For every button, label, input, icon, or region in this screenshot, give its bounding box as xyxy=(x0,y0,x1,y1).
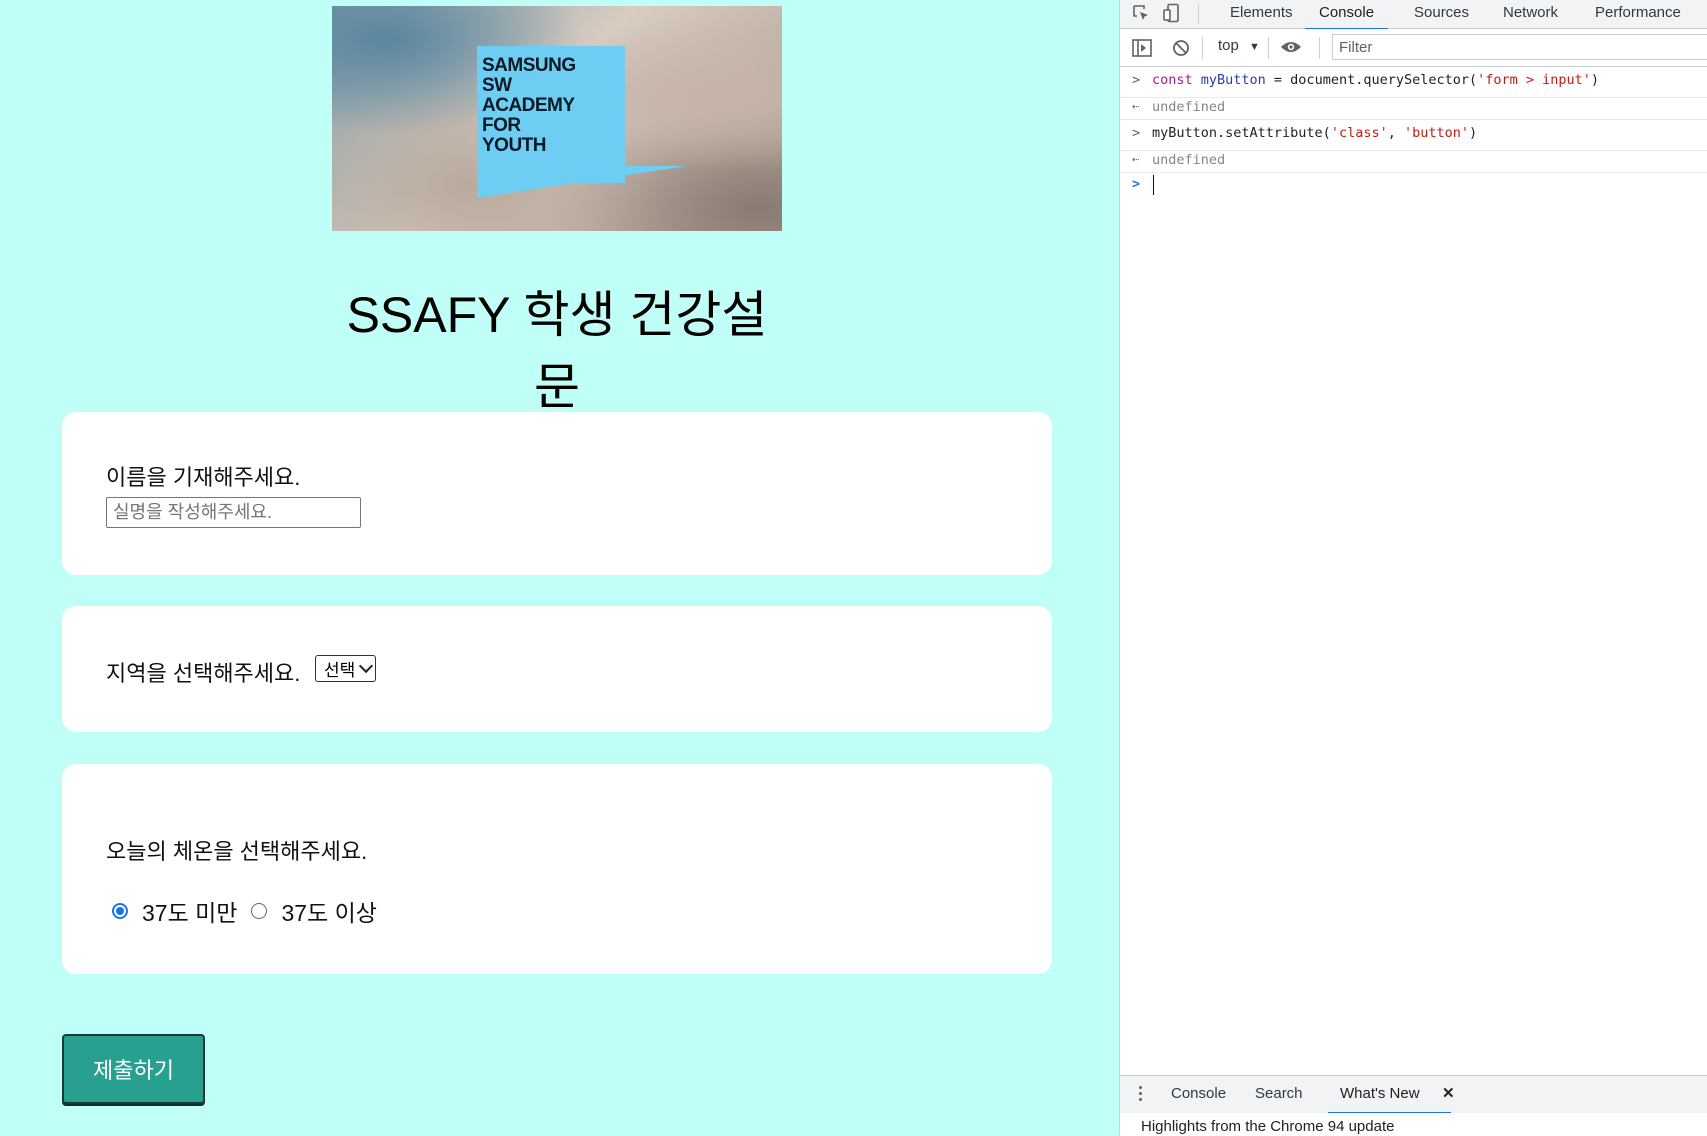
radio-above-37[interactable] xyxy=(251,903,268,919)
drawer-tab-search[interactable]: Search xyxy=(1255,1076,1303,1112)
ssafy-logo-text: SAMSUNG SW ACADEMY FOR YOUTH xyxy=(482,55,576,156)
region-select[interactable]: 선택 xyxy=(315,655,377,682)
temperature-question-card: 오늘의 체온을 선택해주세요. 37도 미만 37도 이상 xyxy=(62,764,1052,974)
temperature-question-label: 오늘의 체온을 선택해주세요. xyxy=(106,839,368,864)
tab-network[interactable]: Network xyxy=(1503,0,1558,28)
console-output-line: ⇠ undefined xyxy=(1120,99,1707,121)
region-select-value: 선택 xyxy=(324,661,356,680)
console-separator xyxy=(1120,150,1707,151)
devtools-drawer: Console Search What's New ✕ Highlights f… xyxy=(1120,1075,1707,1136)
radio-above-37-label: 37도 이상 xyxy=(281,900,377,926)
code-keyword: const xyxy=(1152,72,1193,88)
input-chevron-icon: > xyxy=(1132,125,1141,141)
toolbar-divider xyxy=(1202,37,1203,59)
toolbar-divider xyxy=(1319,37,1320,59)
code-string: 'button' xyxy=(1403,125,1470,141)
tab-console[interactable]: Console xyxy=(1305,0,1389,30)
console-output-text: undefined xyxy=(1152,99,1226,115)
close-icon[interactable]: ✕ xyxy=(1442,1076,1455,1112)
whats-new-highlight-text: Highlights from the Chrome 94 update xyxy=(1141,1118,1395,1135)
drawer-tab-whats-new-label: What's New xyxy=(1340,1085,1420,1102)
region-question-label: 지역을 선택해주세요. xyxy=(106,661,301,686)
console-separator xyxy=(1120,119,1707,120)
dropdown-triangle-icon: ▼ xyxy=(1249,41,1260,53)
name-question-label: 이름을 기재해주세요. xyxy=(106,465,301,490)
code-text: ) xyxy=(1469,125,1478,141)
radio-below-37-label: 37도 미만 xyxy=(142,900,238,926)
console-input-line: > const myButton = document.querySelecto… xyxy=(1120,72,1707,96)
region-question-card: 지역을 선택해주세요. 선택 xyxy=(62,606,1052,732)
live-expression-eye-icon[interactable] xyxy=(1280,40,1302,54)
drawer-tab-whats-new[interactable]: What's New ✕ xyxy=(1328,1076,1455,1114)
code-text: = document.querySelector( xyxy=(1265,72,1478,88)
name-question-card: 이름을 기재해주세요. xyxy=(62,412,1052,575)
console-filter-input[interactable] xyxy=(1332,34,1707,60)
chevron-down-icon xyxy=(359,658,374,674)
drawer-menu-icon[interactable] xyxy=(1139,1086,1142,1101)
console-output-line: ⇠ undefined xyxy=(1120,152,1707,174)
tab-elements[interactable]: Elements xyxy=(1230,0,1293,28)
name-input[interactable] xyxy=(106,497,361,528)
drawer-tab-console[interactable]: Console xyxy=(1171,1076,1226,1112)
drawer-content: Highlights from the Chrome 94 update xyxy=(1120,1113,1707,1136)
console-input-line: > myButton.setAttribute('class', 'button… xyxy=(1120,125,1707,149)
context-selector[interactable]: top ▼ xyxy=(1218,37,1260,54)
code-text: ) xyxy=(1590,72,1600,88)
context-selector-value: top xyxy=(1218,37,1239,54)
clear-console-icon[interactable] xyxy=(1172,39,1190,57)
code-text: myButton.setAttribute( xyxy=(1152,125,1331,141)
toolbar-divider xyxy=(1268,37,1269,59)
inspect-element-icon[interactable] xyxy=(1132,4,1150,22)
tab-performance[interactable]: Performance xyxy=(1595,0,1681,28)
tab-divider xyxy=(1198,4,1199,24)
console-toolbar: top ▼ xyxy=(1120,29,1707,67)
submit-button[interactable]: 제출하기 xyxy=(62,1034,205,1104)
input-chevron-icon: > xyxy=(1132,72,1141,88)
console-separator xyxy=(1120,172,1707,173)
device-toolbar-icon[interactable] xyxy=(1162,3,1182,23)
radio-below-37[interactable] xyxy=(112,903,128,919)
console-prompt[interactable]: > xyxy=(1120,176,1707,198)
code-string: 'form > input' xyxy=(1477,72,1591,88)
output-arrow-icon: ⇠ xyxy=(1132,99,1140,113)
prompt-chevron-icon: > xyxy=(1132,176,1141,192)
tab-sources[interactable]: Sources xyxy=(1414,0,1469,28)
temperature-radio-group: 37도 미만 37도 이상 xyxy=(112,894,377,928)
show-sidebar-icon[interactable] xyxy=(1132,39,1152,57)
console-output-text: undefined xyxy=(1152,152,1226,168)
ssafy-banner-image: SAMSUNG SW ACADEMY FOR YOUTH xyxy=(332,6,782,231)
text-caret xyxy=(1153,175,1154,195)
console-separator xyxy=(1120,97,1707,98)
output-arrow-icon: ⇠ xyxy=(1132,152,1140,166)
survey-page: SAMSUNG SW ACADEMY FOR YOUTH SSAFY 학생 건강… xyxy=(0,0,1119,1135)
code-variable: myButton xyxy=(1192,72,1266,88)
code-string: 'class' xyxy=(1330,125,1388,141)
page-title: SSAFY 학생 건강설문 xyxy=(346,287,768,415)
code-text: , xyxy=(1387,125,1404,141)
devtools-panel: Elements Console Sources Network Perform… xyxy=(1119,0,1707,1136)
devtools-tab-bar: Elements Console Sources Network Perform… xyxy=(1120,0,1707,30)
